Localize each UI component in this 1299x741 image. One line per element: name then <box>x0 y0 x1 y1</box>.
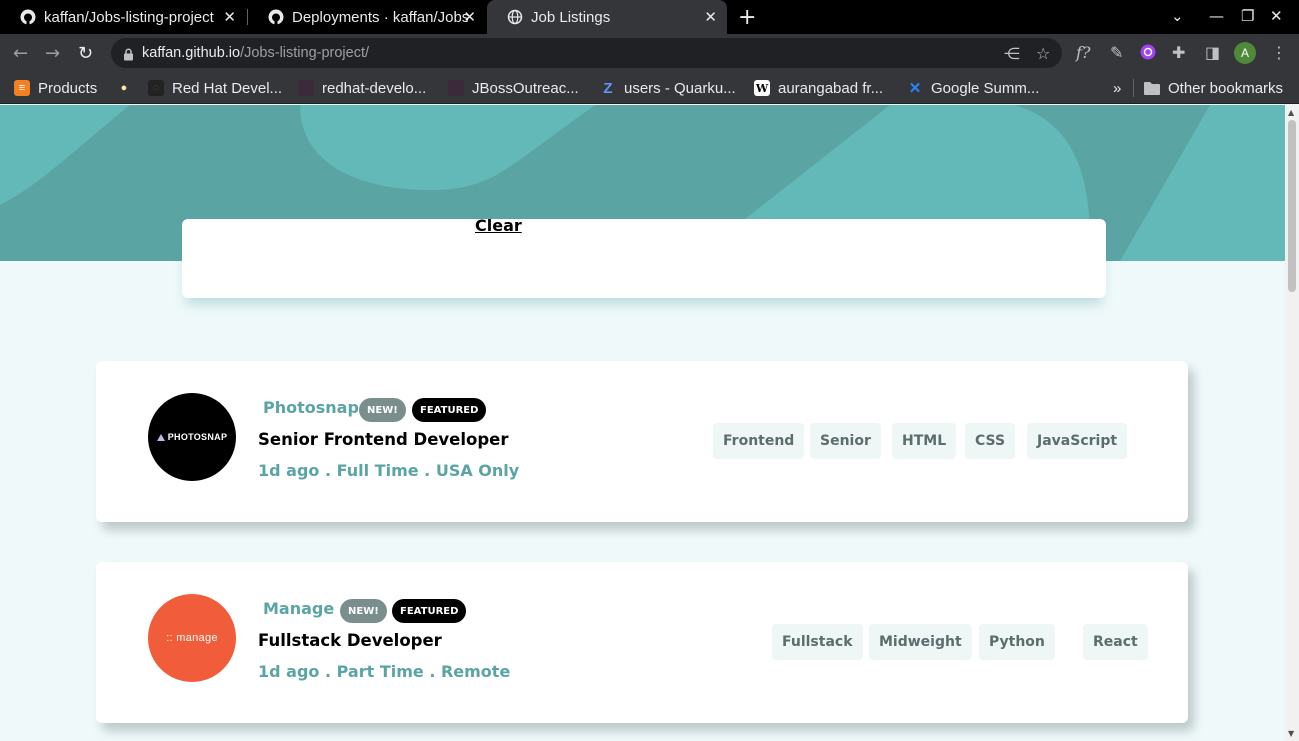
new-tab-icon[interactable]: + <box>738 5 756 30</box>
company-name: Photosnap <box>263 398 359 417</box>
bookmark-icon <box>448 80 464 96</box>
tag-frontend[interactable]: Frontend <box>713 423 805 459</box>
lock-icon <box>123 46 134 65</box>
close-icon[interactable]: ✕ <box>463 8 476 26</box>
bookmark-label: Google Summ... <box>931 79 1040 97</box>
bookmarks-bar: ≡ Products ● ○ Red Hat Devel... redhat-d… <box>0 72 1299 104</box>
stack-icon: ≡ <box>14 80 30 96</box>
company-logo: PHOTOSNAP <box>148 393 236 481</box>
globe-icon <box>507 9 523 25</box>
github-icon <box>268 9 284 25</box>
close-icon[interactable]: ✕ <box>704 8 717 26</box>
job-position[interactable]: Fullstack Developer <box>258 631 442 650</box>
extensions-puzzle-icon[interactable]: ✚ <box>1172 43 1185 62</box>
bookmark-products[interactable]: ≡ Products <box>14 77 97 99</box>
tag-css[interactable]: CSS <box>965 423 1016 459</box>
bookmark-star-icon[interactable]: ☆ <box>1036 44 1050 63</box>
scrollbar-thumb[interactable] <box>1288 120 1296 292</box>
job-meta: 1d ago . Part Time . Remote <box>258 662 511 681</box>
wikipedia-icon: W <box>754 80 770 96</box>
bookmark-users-quarku[interactable]: Z users - Quarku... <box>600 77 736 99</box>
bookmark-label: JBossOutreac... <box>472 79 579 97</box>
zulip-icon: Z <box>603 79 613 97</box>
bookmark-jbossoutreac[interactable]: JBossOutreac... <box>448 77 579 99</box>
github-icon <box>20 9 36 25</box>
minimize-icon[interactable]: — <box>1209 7 1224 25</box>
job-card-photosnap: PHOTOSNAP Photosnap NEW! FEATURED Senior… <box>96 361 1188 522</box>
browser-toolbar: ← → ↻ kaffan.github.io/Jobs-listing-proj… <box>0 34 1299 72</box>
bookmark-label: Products <box>38 79 98 97</box>
clear-filters-link[interactable]: Clear <box>475 216 522 235</box>
tag-react[interactable]: React <box>1083 624 1148 660</box>
bookmarks-overflow-chevron-icon[interactable]: » <box>1113 77 1121 99</box>
tag-fullstack[interactable]: Fullstack <box>772 624 863 660</box>
scroll-down-arrow-icon[interactable]: ▼ <box>1288 729 1294 738</box>
tab-title: kaffan/Jobs-listing-project <box>44 8 214 26</box>
company-logo: :: manage <box>148 594 236 682</box>
menu-kebab-icon[interactable]: ⋮ <box>1271 43 1287 62</box>
forward-arrow-icon[interactable]: → <box>45 43 60 64</box>
job-meta: 1d ago . Full Time . USA Only <box>258 461 520 480</box>
url-host: kaffan.github.io <box>142 45 241 61</box>
maximize-icon[interactable]: ❐ <box>1241 7 1254 25</box>
tab-job-listings[interactable]: Job Listings ✕ <box>487 0 727 34</box>
page-scrollbar[interactable]: ▲ ▼ <box>1285 105 1299 741</box>
new-badge: NEW! <box>359 398 406 422</box>
bookmark-google-summ[interactable]: ✕ Google Summ... <box>907 77 1040 99</box>
bookmark-label: redhat-develo... <box>322 79 427 97</box>
formula-extension-icon[interactable]: f? <box>1076 43 1091 62</box>
profile-avatar[interactable]: A <box>1234 42 1256 64</box>
bookmark-red-hat-devel[interactable]: ○ Red Hat Devel... <box>148 77 282 99</box>
other-bookmarks[interactable]: Other bookmarks <box>1144 77 1283 99</box>
pen-extension-icon[interactable]: ✎ <box>1110 43 1123 62</box>
close-window-icon[interactable]: ✕ <box>1270 7 1283 25</box>
side-panel-icon[interactable]: ◨ <box>1205 43 1220 62</box>
tag-python[interactable]: Python <box>979 624 1055 660</box>
featured-badge: FEATURED <box>412 398 487 422</box>
new-badge: NEW! <box>340 599 387 623</box>
logo-text: PHOTOSNAP <box>167 432 228 442</box>
other-bookmarks-label: Other bookmarks <box>1168 79 1284 97</box>
job-position[interactable]: Senior Frontend Developer <box>258 430 508 449</box>
folder-icon <box>1144 80 1160 96</box>
tab-title: Deployments · kaffan/Jobs-listing-projec… <box>292 8 468 26</box>
tab-title: Job Listings <box>531 8 611 26</box>
filter-bar: Clear <box>182 216 1106 298</box>
bookmark-redhat-develo[interactable]: redhat-develo... <box>298 77 426 99</box>
tab-search-chevron-icon[interactable]: ⌄ <box>1171 7 1184 25</box>
tab-deployments[interactable]: Deployments · kaffan/Jobs-listing-projec… <box>248 0 486 34</box>
share-icon[interactable]: ⋲ <box>1004 44 1020 63</box>
purple-extension-icon[interactable] <box>1140 44 1156 64</box>
tag-senior[interactable]: Senior <box>810 423 881 459</box>
tag-midweight[interactable]: Midweight <box>869 624 972 660</box>
back-arrow-icon[interactable]: ← <box>13 43 28 64</box>
bookmarks-divider <box>1133 79 1134 97</box>
bookmark-aurangabad[interactable]: W aurangabad fr... <box>754 77 883 99</box>
triangle-logo-icon <box>156 433 165 441</box>
tag-javascript[interactable]: JavaScript <box>1027 423 1128 459</box>
job-card-manage: :: manage Manage NEW! FEATURED Fullstack… <box>96 562 1188 723</box>
tag-html[interactable]: HTML <box>892 423 957 459</box>
bookmark-bulb[interactable]: ● <box>116 77 140 99</box>
tab-jobs-listing-repo[interactable]: kaffan/Jobs-listing-project ✕ <box>0 0 246 34</box>
page-viewport: Clear PHOTOSNAP Photosnap NEW! FEATURED … <box>0 105 1285 741</box>
confluence-icon: ✕ <box>908 80 922 97</box>
bookmark-label: users - Quarku... <box>624 79 736 97</box>
scroll-up-arrow-icon[interactable]: ▲ <box>1288 108 1294 117</box>
bulb-icon: ● <box>120 82 128 94</box>
tab-strip: kaffan/Jobs-listing-project ✕ Deployment… <box>0 0 1299 34</box>
bookmark-icon <box>298 80 314 96</box>
bookmark-label: aurangabad fr... <box>778 79 884 97</box>
featured-badge: FEATURED <box>392 599 467 623</box>
url-path: /Jobs-listing-project/ <box>240 45 370 61</box>
reload-icon[interactable]: ↻ <box>78 43 93 64</box>
logo-text: :: manage <box>166 632 218 644</box>
address-bar[interactable]: kaffan.github.io/Jobs-listing-project/ ⋲… <box>111 38 1062 68</box>
company-name: Manage <box>263 599 335 618</box>
github-icon: ○ <box>148 80 164 96</box>
close-icon[interactable]: ✕ <box>223 8 236 26</box>
bookmark-label: Red Hat Devel... <box>172 79 283 97</box>
url-text: kaffan.github.io/Jobs-listing-project/ <box>142 45 369 61</box>
